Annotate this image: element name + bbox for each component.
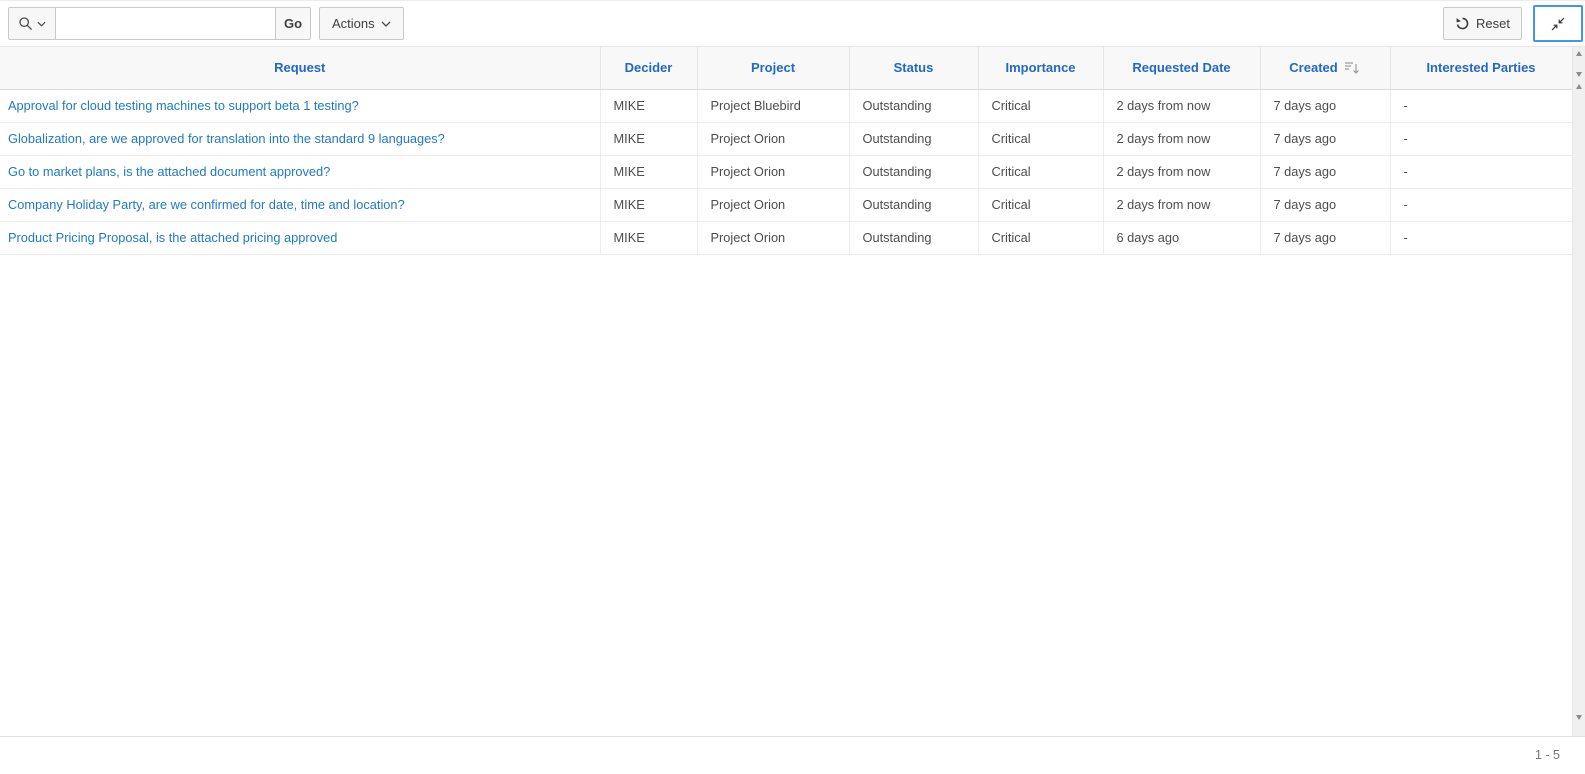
cell-decider: MIKE — [600, 188, 697, 221]
reset-icon — [1455, 16, 1470, 31]
cell-decider: MIKE — [600, 122, 697, 155]
cell-request: Approval for cloud testing machines to s… — [0, 89, 600, 122]
report-footer: 1 - 5 — [0, 737, 1585, 773]
cell-importance: Critical — [978, 188, 1103, 221]
cell-decider: MIKE — [600, 221, 697, 254]
cell-created: 7 days ago — [1260, 89, 1390, 122]
cell-status: Outstanding — [849, 122, 978, 155]
cell-requested-date: 2 days from now — [1103, 122, 1260, 155]
request-link[interactable]: Approval for cloud testing machines to s… — [8, 98, 359, 113]
scrollbar-up-icon[interactable] — [1576, 51, 1582, 56]
cell-interested-parties: - — [1390, 155, 1572, 188]
reset-button-label: Reset — [1476, 16, 1510, 31]
scrollbar-up-icon[interactable] — [1576, 84, 1582, 89]
cell-status: Outstanding — [849, 89, 978, 122]
cell-created: 7 days ago — [1260, 122, 1390, 155]
search-icon — [18, 16, 34, 32]
pagination-label: 1 - 5 — [1535, 748, 1560, 762]
column-header-decider[interactable]: Decider — [600, 47, 697, 89]
cell-request: Company Holiday Party, are we confirmed … — [0, 188, 600, 221]
collapse-arrows-icon — [1550, 16, 1566, 32]
cell-created: 7 days ago — [1260, 188, 1390, 221]
request-link[interactable]: Globalization, are we approved for trans… — [8, 131, 445, 146]
request-link[interactable]: Go to market plans, is the attached docu… — [8, 164, 330, 179]
scrollbar-down-icon[interactable] — [1576, 715, 1582, 720]
report-body: Request Decider Project Status Importanc… — [0, 47, 1585, 737]
request-link[interactable]: Product Pricing Proposal, is the attache… — [8, 230, 337, 245]
cell-interested-parties: - — [1390, 89, 1572, 122]
column-header-project[interactable]: Project — [697, 47, 849, 89]
search-bar: Go — [8, 7, 311, 40]
cell-project: Project Orion — [697, 122, 849, 155]
cell-created: 7 days ago — [1260, 155, 1390, 188]
cell-created: 7 days ago — [1260, 221, 1390, 254]
vertical-scrollbar[interactable] — [1572, 47, 1585, 736]
actions-button-label: Actions — [332, 16, 375, 31]
report-table: Request Decider Project Status Importanc… — [0, 47, 1573, 255]
search-input[interactable] — [56, 7, 276, 40]
scrollbar-down-icon[interactable] — [1576, 72, 1582, 77]
table-row: Go to market plans, is the attached docu… — [0, 155, 1572, 188]
cell-importance: Critical — [978, 122, 1103, 155]
cell-project: Project Orion — [697, 188, 849, 221]
report-toolbar: Go Actions Reset — [0, 0, 1585, 47]
chevron-down-icon — [381, 21, 391, 27]
cell-requested-date: 2 days from now — [1103, 188, 1260, 221]
cell-importance: Critical — [978, 155, 1103, 188]
column-header-importance[interactable]: Importance — [978, 47, 1103, 89]
column-header-created[interactable]: Created — [1260, 47, 1390, 89]
cell-status: Outstanding — [849, 188, 978, 221]
table-row: Product Pricing Proposal, is the attache… — [0, 221, 1572, 254]
table-row: Approval for cloud testing machines to s… — [0, 89, 1572, 122]
maximize-toggle-button[interactable] — [1533, 5, 1583, 42]
request-link[interactable]: Company Holiday Party, are we confirmed … — [8, 197, 405, 212]
cell-requested-date: 2 days from now — [1103, 155, 1260, 188]
column-header-status[interactable]: Status — [849, 47, 978, 89]
table-row: Company Holiday Party, are we confirmed … — [0, 188, 1572, 221]
cell-status: Outstanding — [849, 221, 978, 254]
column-header-interested-parties[interactable]: Interested Parties — [1390, 47, 1572, 89]
cell-request: Go to market plans, is the attached docu… — [0, 155, 600, 188]
cell-decider: MIKE — [600, 89, 697, 122]
cell-request: Globalization, are we approved for trans… — [0, 122, 600, 155]
actions-button[interactable]: Actions — [319, 7, 404, 40]
cell-decider: MIKE — [600, 155, 697, 188]
table-row: Globalization, are we approved for trans… — [0, 122, 1572, 155]
cell-requested-date: 2 days from now — [1103, 89, 1260, 122]
search-options-button[interactable] — [8, 7, 56, 40]
column-header-request[interactable]: Request — [0, 47, 600, 89]
chevron-down-icon — [37, 21, 46, 27]
cell-importance: Critical — [978, 221, 1103, 254]
sort-descending-icon — [1344, 60, 1361, 75]
column-header-requested-date[interactable]: Requested Date — [1103, 47, 1260, 89]
cell-interested-parties: - — [1390, 122, 1572, 155]
cell-request: Product Pricing Proposal, is the attache… — [0, 221, 600, 254]
go-button[interactable]: Go — [276, 7, 311, 40]
cell-project: Project Orion — [697, 155, 849, 188]
cell-interested-parties: - — [1390, 221, 1572, 254]
cell-status: Outstanding — [849, 155, 978, 188]
cell-importance: Critical — [978, 89, 1103, 122]
interactive-report-region: Go Actions Reset — [0, 0, 1585, 773]
column-header-created-label: Created — [1289, 60, 1337, 75]
cell-interested-parties: - — [1390, 188, 1572, 221]
cell-requested-date: 6 days ago — [1103, 221, 1260, 254]
cell-project: Project Orion — [697, 221, 849, 254]
cell-project: Project Bluebird — [697, 89, 849, 122]
reset-button[interactable]: Reset — [1443, 7, 1522, 40]
header-row: Request Decider Project Status Importanc… — [0, 47, 1572, 89]
